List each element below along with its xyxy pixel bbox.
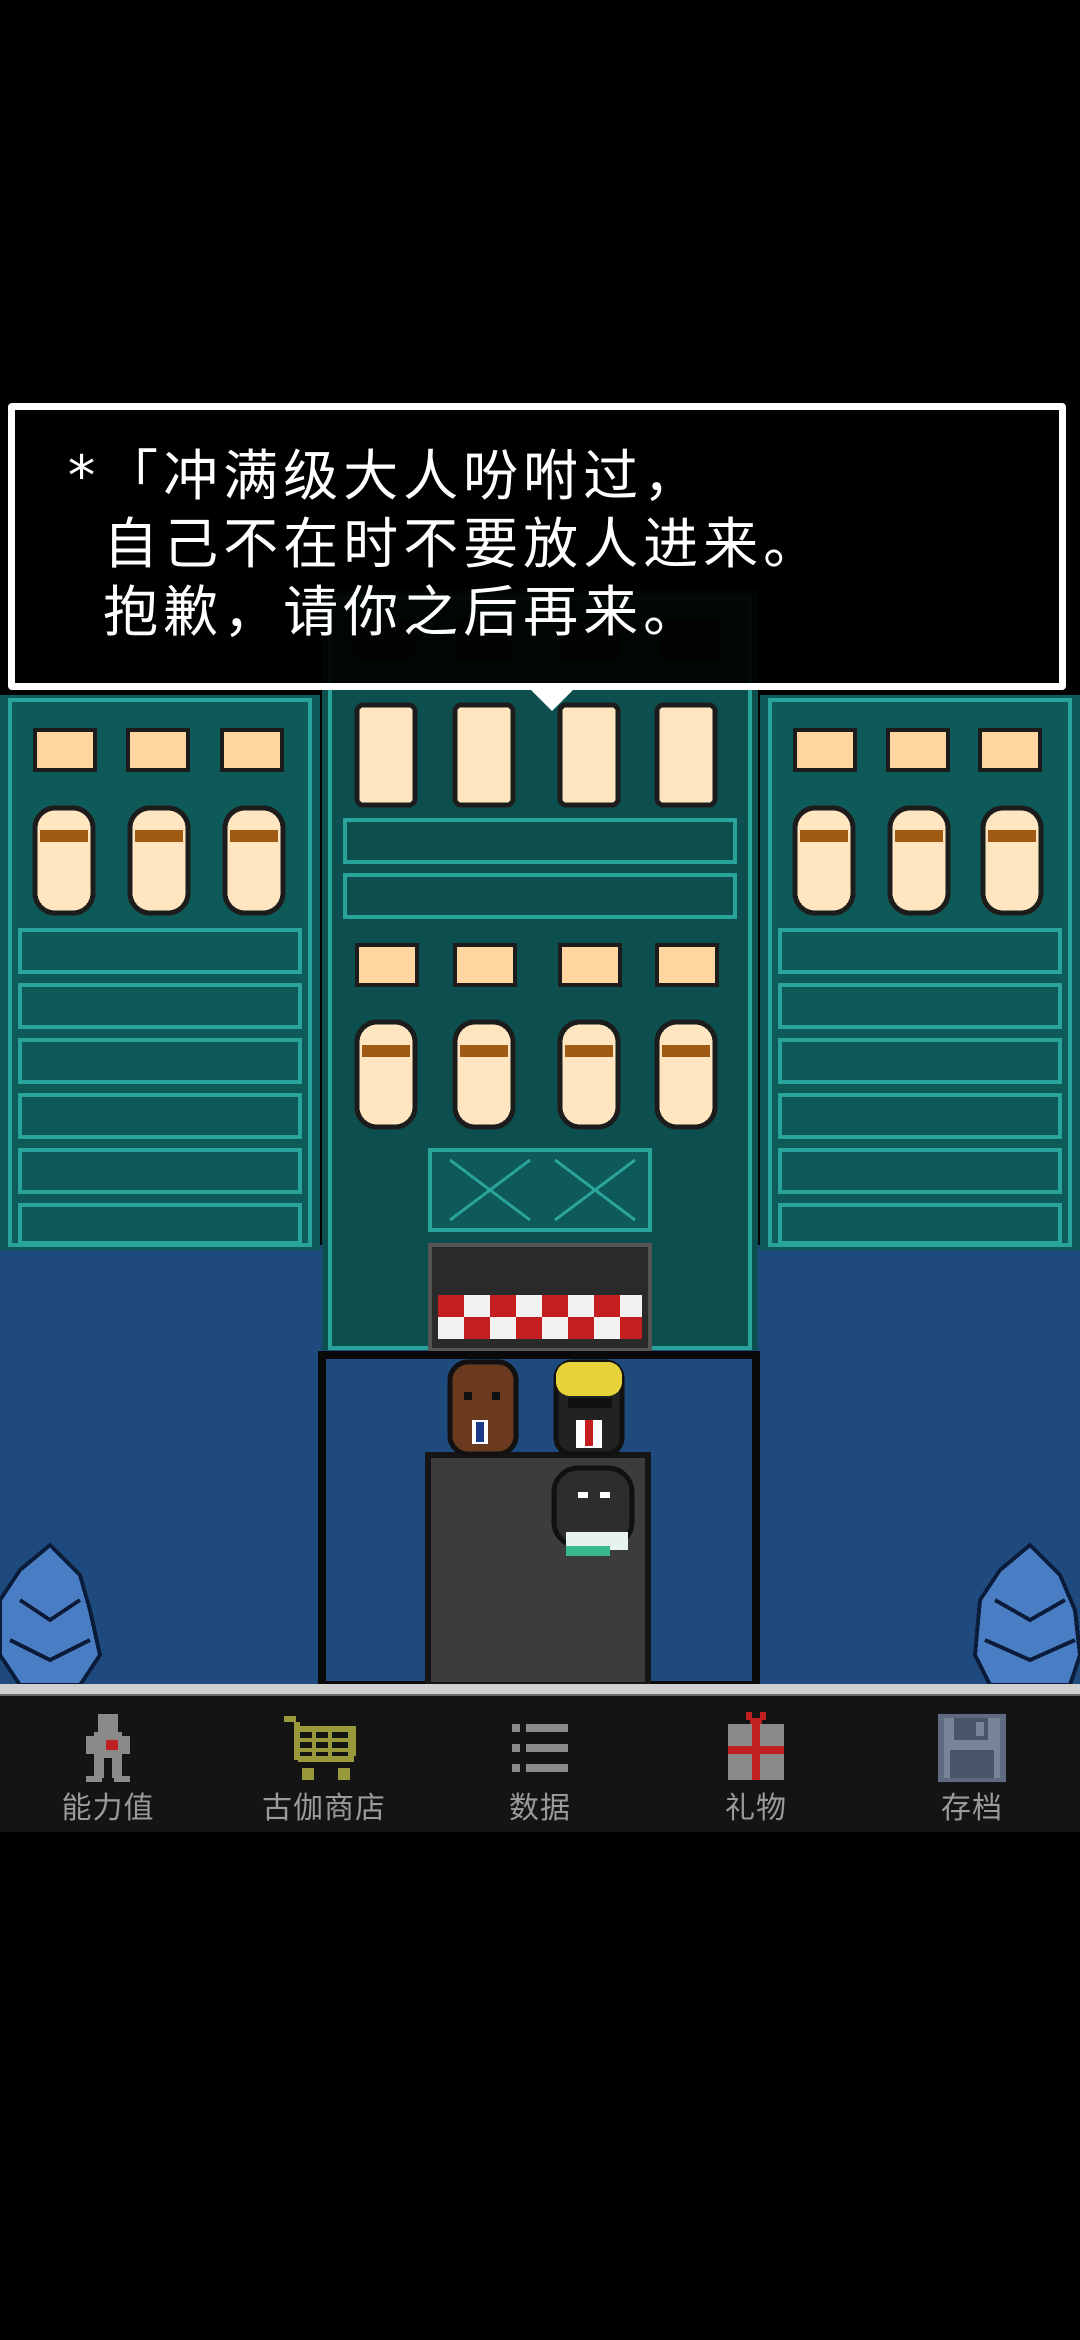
nav-shop[interactable]: 古伽商店 <box>216 1696 432 1832</box>
shopping-cart-icon <box>284 1716 356 1780</box>
dialogue-line-1: *「冲满级大人吩咐过， <box>65 444 704 508</box>
nav-stats[interactable]: 能力值 <box>0 1696 216 1832</box>
dialogue-pointer <box>530 689 574 711</box>
nav-data-label: 数据 <box>509 1791 571 1826</box>
dialogue-line-3: 抱歉，请你之后再来。 <box>65 580 704 644</box>
nav-save-label: 存档 <box>941 1791 1003 1826</box>
gift-icon <box>728 1712 784 1780</box>
bottom-nav: 能力值 古伽商店 数据 礼物 存档 <box>0 1696 1080 1832</box>
player-character <box>551 1465 635 1556</box>
npc-blonde-guard <box>553 1359 625 1457</box>
nav-gift[interactable]: 礼物 <box>648 1696 864 1832</box>
dialogue-line-2: 自己不在时不要放人进来。 <box>65 512 824 576</box>
game-scene <box>0 0 1080 2340</box>
list-icon <box>512 1724 568 1772</box>
nav-data[interactable]: 数据 <box>432 1696 648 1832</box>
nav-gift-label: 礼物 <box>725 1791 787 1826</box>
npc-brown-guard <box>447 1359 519 1457</box>
dialogue-box[interactable]: *「冲满级大人吩咐过， 自己不在时不要放人进来。 抱歉，请你之后再来。 <box>8 403 1066 711</box>
floppy-disk-icon <box>938 1714 1006 1782</box>
nav-shop-label: 古伽商店 <box>262 1791 386 1826</box>
person-stats-icon <box>86 1714 130 1782</box>
nav-save[interactable]: 存档 <box>864 1696 1080 1832</box>
nav-stats-label: 能力值 <box>61 1791 155 1826</box>
